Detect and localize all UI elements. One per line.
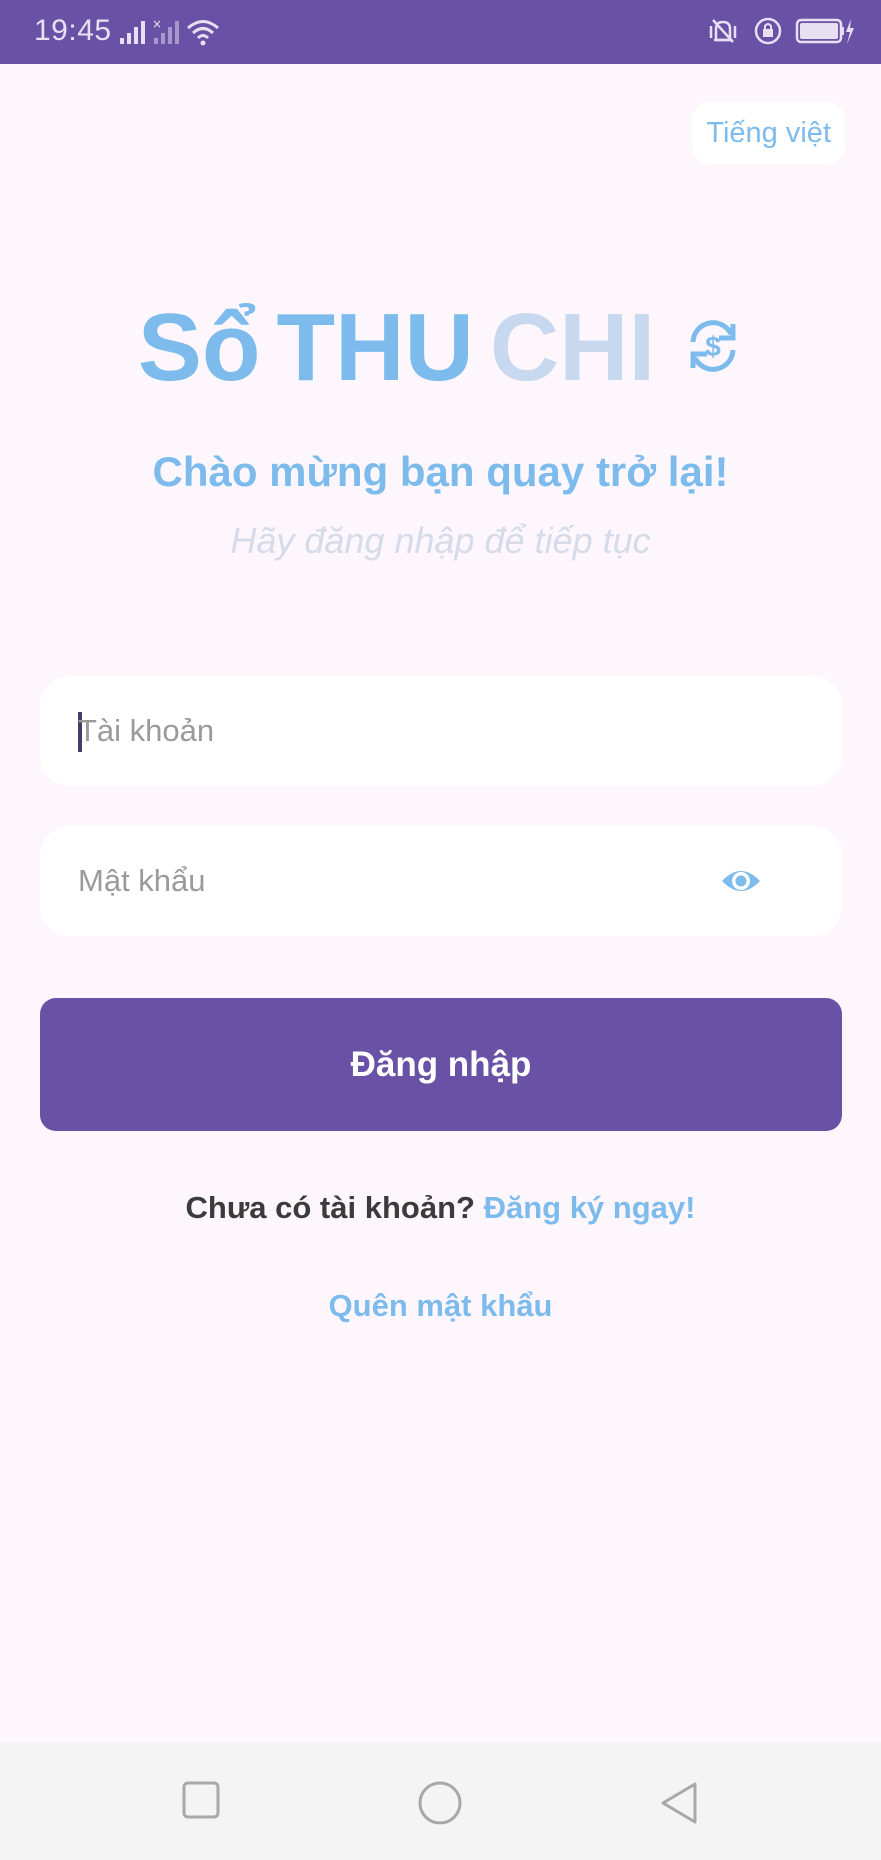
register-question: Chưa có tài khoản? xyxy=(185,1190,475,1225)
battery-charging-icon xyxy=(795,16,855,46)
app-title-chi: CHI xyxy=(489,294,656,401)
wifi-icon xyxy=(186,18,220,46)
status-left-icons: × xyxy=(118,18,220,46)
vibrate-icon xyxy=(705,16,741,46)
welcome-heading: Chào mừng bạn quay trở lại! xyxy=(152,448,729,495)
app-title: Sổ THU CHI $ xyxy=(0,300,881,396)
recents-icon[interactable] xyxy=(181,1780,221,1825)
password-input[interactable] xyxy=(78,826,718,936)
status-right-icons xyxy=(705,16,855,46)
home-icon[interactable] xyxy=(417,1780,463,1831)
rotation-lock-icon xyxy=(753,16,783,46)
svg-text:×: × xyxy=(152,18,162,31)
language-button[interactable]: Tiếng việt xyxy=(692,102,845,164)
register-link[interactable]: Đăng ký ngay! xyxy=(484,1190,696,1225)
login-button[interactable]: Đăng nhập xyxy=(40,998,842,1131)
password-field[interactable] xyxy=(40,826,842,936)
status-time: 19:45 xyxy=(34,14,112,47)
svg-text:$: $ xyxy=(705,331,721,362)
app-title-so: Sổ xyxy=(137,294,261,401)
no-signal-icon: × xyxy=(152,18,180,46)
login-subtitle: Hãy đăng nhập để tiếp tục xyxy=(230,520,651,561)
navigation-bar xyxy=(0,1742,881,1860)
app-title-thu: THU xyxy=(276,294,474,401)
eye-icon[interactable] xyxy=(720,861,762,906)
forgot-password-link[interactable]: Quên mật khẩu xyxy=(0,1288,881,1324)
back-icon[interactable] xyxy=(658,1780,700,1831)
signal-icon xyxy=(118,18,146,46)
currency-exchange-icon: $ xyxy=(683,316,743,381)
status-bar: 19:45 × xyxy=(0,0,881,64)
register-row: Chưa có tài khoản? Đăng ký ngay! xyxy=(0,1190,881,1226)
username-field[interactable] xyxy=(40,676,842,786)
username-input[interactable] xyxy=(78,676,718,786)
